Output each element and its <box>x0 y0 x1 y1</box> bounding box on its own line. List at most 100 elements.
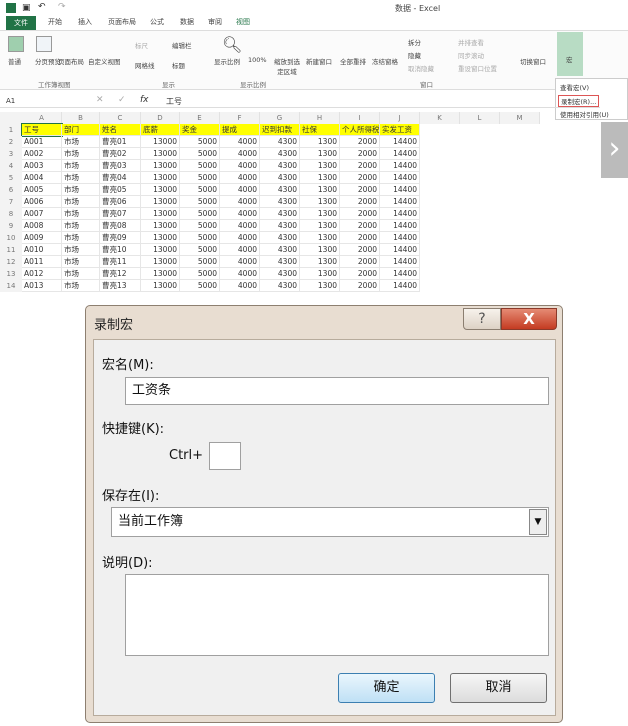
gridlines-checkbox[interactable]: 网格线 <box>135 60 155 70</box>
cell[interactable]: 曹亮13 <box>100 280 141 292</box>
redo-icon[interactable]: ↷ <box>58 2 66 12</box>
cell[interactable]: 2000 <box>340 172 380 184</box>
hide-button[interactable]: 隐藏 <box>408 50 421 60</box>
cell[interactable]: 4300 <box>260 244 300 256</box>
cell[interactable]: 5000 <box>180 280 220 292</box>
cancel-icon[interactable]: ✕ <box>96 95 104 105</box>
cell[interactable]: 1300 <box>300 148 340 160</box>
cell[interactable]: 1300 <box>300 256 340 268</box>
cell[interactable]: 5000 <box>180 160 220 172</box>
new-window-button[interactable]: 新建窗口 <box>306 56 332 66</box>
cell[interactable]: 5000 <box>180 148 220 160</box>
cell[interactable]: 2000 <box>340 268 380 280</box>
cell[interactable]: 1300 <box>300 220 340 232</box>
split-button[interactable]: 拆分 <box>408 37 421 47</box>
cell-header[interactable]: 个人所得税 <box>340 124 380 136</box>
cell[interactable]: 2000 <box>340 220 380 232</box>
help-button[interactable]: ? <box>463 308 501 330</box>
col-header[interactable]: B <box>62 112 100 124</box>
tab-formulas[interactable]: 公式 <box>150 17 164 27</box>
cell[interactable]: 4300 <box>260 136 300 148</box>
cell[interactable]: 4300 <box>260 220 300 232</box>
cell[interactable]: 14400 <box>380 232 420 244</box>
cell[interactable]: 13000 <box>141 136 180 148</box>
cell[interactable]: 14400 <box>380 256 420 268</box>
cell[interactable]: 曹亮01 <box>100 136 141 148</box>
cell[interactable]: 2000 <box>340 184 380 196</box>
cell[interactable]: 4000 <box>220 220 260 232</box>
col-header[interactable]: H <box>300 112 340 124</box>
cell[interactable]: A006 <box>22 196 62 208</box>
cell[interactable]: 13000 <box>141 256 180 268</box>
cell[interactable]: 4300 <box>260 184 300 196</box>
fx-icon[interactable]: fx <box>140 95 149 105</box>
cell[interactable]: 市场 <box>62 280 100 292</box>
cell[interactable]: 曹亮07 <box>100 208 141 220</box>
cell[interactable]: 曹亮08 <box>100 220 141 232</box>
col-header[interactable]: F <box>220 112 260 124</box>
col-header[interactable]: J <box>380 112 420 124</box>
cell[interactable]: 市场 <box>62 256 100 268</box>
tab-home[interactable]: 开始 <box>48 17 62 27</box>
tab-data[interactable]: 数据 <box>180 17 194 27</box>
cell[interactable]: 4000 <box>220 208 260 220</box>
cell[interactable]: 1300 <box>300 196 340 208</box>
cell[interactable]: A002 <box>22 148 62 160</box>
zoom-button[interactable]: 显示比例 <box>214 56 240 66</box>
cell[interactable]: 14400 <box>380 172 420 184</box>
cell[interactable]: 2000 <box>340 232 380 244</box>
cell[interactable]: 1300 <box>300 280 340 292</box>
cell[interactable]: 市场 <box>62 232 100 244</box>
cell[interactable]: 14400 <box>380 196 420 208</box>
cell[interactable]: 4300 <box>260 160 300 172</box>
cell[interactable]: 曹亮10 <box>100 244 141 256</box>
cell[interactable]: 4000 <box>220 268 260 280</box>
cell[interactable]: 市场 <box>62 196 100 208</box>
cell[interactable]: 2000 <box>340 244 380 256</box>
cell[interactable]: 曹亮05 <box>100 184 141 196</box>
reset-window-button[interactable]: 重设窗口位置 <box>458 63 497 73</box>
shortcut-key-input[interactable] <box>209 442 241 470</box>
ruler-checkbox[interactable]: 标尺 <box>135 40 148 50</box>
cell[interactable]: 4000 <box>220 148 260 160</box>
undo-icon[interactable]: ↶ <box>38 2 46 12</box>
cell[interactable]: A011 <box>22 256 62 268</box>
cell-header[interactable]: 社保 <box>300 124 340 136</box>
cell[interactable]: 1300 <box>300 184 340 196</box>
cell[interactable]: 1300 <box>300 232 340 244</box>
menu-view-macros[interactable]: 查看宏(V) <box>560 82 589 92</box>
cell[interactable]: 4300 <box>260 208 300 220</box>
col-header[interactable]: D <box>141 112 180 124</box>
cell[interactable]: 13000 <box>141 172 180 184</box>
tab-page-layout[interactable]: 页面布局 <box>108 17 136 27</box>
cell[interactable]: 14400 <box>380 136 420 148</box>
cell[interactable]: 14400 <box>380 208 420 220</box>
cell[interactable]: 曹亮09 <box>100 232 141 244</box>
col-header[interactable]: I <box>340 112 380 124</box>
row-header[interactable]: 2 <box>0 136 22 148</box>
cell[interactable]: A005 <box>22 184 62 196</box>
cell[interactable]: 13000 <box>141 184 180 196</box>
cell[interactable]: 14400 <box>380 160 420 172</box>
name-box[interactable]: A1 <box>6 97 15 105</box>
row-header[interactable]: 4 <box>0 160 22 172</box>
row-header[interactable]: 3 <box>0 148 22 160</box>
switch-window-button[interactable]: 切换窗口 <box>520 56 546 66</box>
cell[interactable]: 5000 <box>180 196 220 208</box>
cell[interactable]: 4000 <box>220 160 260 172</box>
cell[interactable]: 13000 <box>141 148 180 160</box>
cell[interactable]: 曹亮11 <box>100 256 141 268</box>
cell[interactable]: 曹亮02 <box>100 148 141 160</box>
cell[interactable]: 市场 <box>62 208 100 220</box>
cell-header[interactable]: 工号 <box>21 123 63 137</box>
cell[interactable]: 13000 <box>141 160 180 172</box>
cell[interactable]: 市场 <box>62 184 100 196</box>
macro-name-input[interactable]: 工资条 <box>125 377 549 405</box>
cell[interactable]: 5000 <box>180 256 220 268</box>
tab-file[interactable]: 文件 <box>6 16 36 30</box>
cell[interactable]: 14400 <box>380 220 420 232</box>
cell[interactable]: 市场 <box>62 244 100 256</box>
row-header[interactable]: 8 <box>0 208 22 220</box>
tab-insert[interactable]: 插入 <box>78 17 92 27</box>
cell[interactable]: 市场 <box>62 268 100 280</box>
